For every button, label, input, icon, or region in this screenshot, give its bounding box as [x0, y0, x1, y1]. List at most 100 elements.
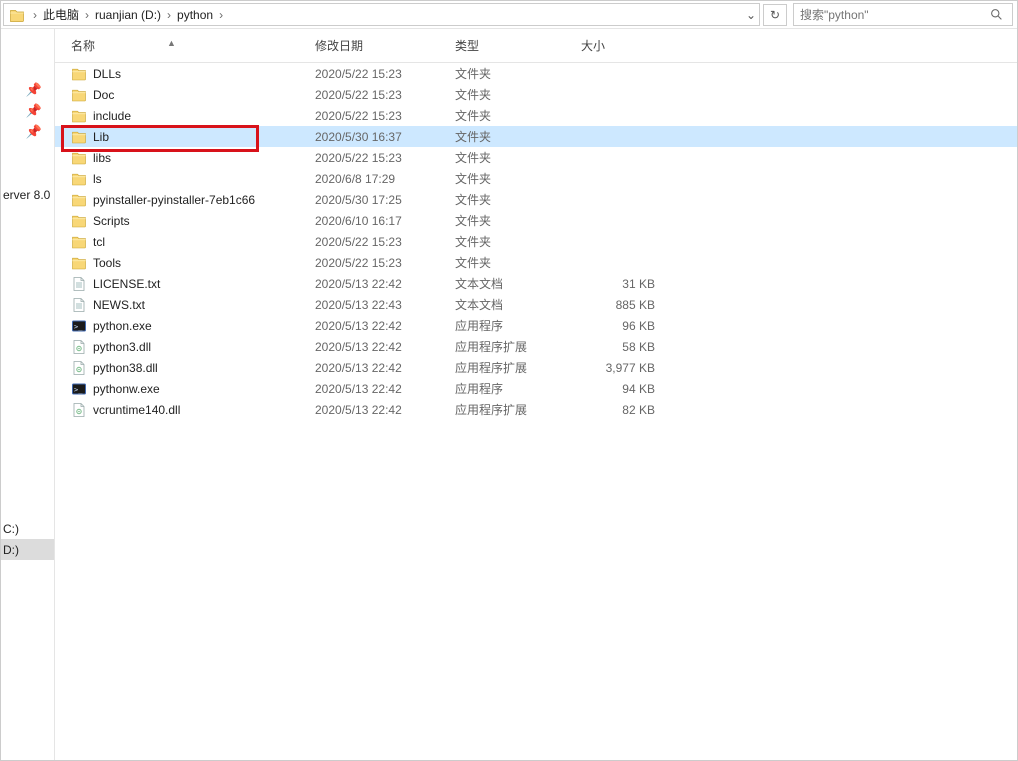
- file-name-cell: pyinstaller-pyinstaller-7eb1c66: [55, 192, 315, 208]
- file-date: 2020/5/13 22:42: [315, 340, 455, 354]
- search-icon[interactable]: [990, 8, 1012, 21]
- svg-text:>_: >_: [74, 323, 83, 331]
- folder-icon: [8, 6, 26, 24]
- pin-icon[interactable]: 📌: [1, 100, 54, 121]
- col-header-size[interactable]: 大小: [581, 37, 671, 54]
- refresh-button[interactable]: ↻: [763, 4, 787, 26]
- file-name-cell: >_pythonw.exe: [55, 381, 315, 397]
- nav-tree[interactable]: 📌 📌 📌 erver 8.0 C:) D:): [1, 29, 55, 760]
- file-name-cell: Tools: [55, 255, 315, 271]
- dll-icon: [71, 402, 87, 418]
- folder-icon: [71, 171, 87, 187]
- file-name: NEWS.txt: [93, 298, 145, 312]
- tree-server[interactable]: erver 8.0: [1, 184, 54, 205]
- folder-icon: [71, 108, 87, 124]
- file-row[interactable]: python38.dll2020/5/13 22:42应用程序扩展3,977 K…: [55, 357, 1017, 378]
- dll-icon: [71, 339, 87, 355]
- tree-drive-c[interactable]: C:): [1, 518, 54, 539]
- file-name: libs: [93, 151, 111, 165]
- file-name-cell: ls: [55, 171, 315, 187]
- file-size: 94 KB: [581, 382, 671, 396]
- address-history-dropdown[interactable]: ⌄: [743, 8, 759, 22]
- file-date: 2020/5/13 22:43: [315, 298, 455, 312]
- file-name: python38.dll: [93, 361, 158, 375]
- file-name: python3.dll: [93, 340, 151, 354]
- file-row[interactable]: >_pythonw.exe2020/5/13 22:42应用程序94 KB: [55, 378, 1017, 399]
- folder-icon: [71, 192, 87, 208]
- file-type: 文件夹: [455, 65, 581, 82]
- file-date: 2020/5/30 17:25: [315, 193, 455, 207]
- file-name-cell: LICENSE.txt: [55, 276, 315, 292]
- file-name-cell: vcruntime140.dll: [55, 402, 315, 418]
- file-row[interactable]: Lib2020/5/30 16:37文件夹: [55, 126, 1017, 147]
- file-row[interactable]: python3.dll 2020/5/13 22:42应用程序扩展58 KB: [55, 336, 1017, 357]
- file-size: 31 KB: [581, 277, 671, 291]
- file-type: 文件夹: [455, 233, 581, 250]
- file-size: 3,977 KB: [581, 361, 671, 375]
- file-type: 应用程序: [455, 380, 581, 397]
- file-row[interactable]: LICENSE.txt2020/5/13 22:42文本文档31 KB: [55, 273, 1017, 294]
- file-type: 应用程序扩展: [455, 338, 581, 355]
- file-type: 文件夹: [455, 170, 581, 187]
- file-name-cell: NEWS.txt: [55, 297, 315, 313]
- file-row[interactable]: Doc2020/5/22 15:23文件夹: [55, 84, 1017, 105]
- file-row[interactable]: DLLs 2020/5/22 15:23文件夹: [55, 63, 1017, 84]
- search-input[interactable]: [794, 8, 990, 22]
- file-row[interactable]: Tools2020/5/22 15:23文件夹: [55, 252, 1017, 273]
- file-name-cell: tcl: [55, 234, 315, 250]
- breadcrumb[interactable]: › 此电脑 › ruanjian (D:) › python › ⌄: [3, 3, 760, 26]
- chevron-right-icon[interactable]: ›: [216, 8, 226, 22]
- file-type: 应用程序扩展: [455, 359, 581, 376]
- explorer-window: › 此电脑 › ruanjian (D:) › python › ⌄ ↻ 📌 📌…: [0, 0, 1018, 761]
- file-row[interactable]: Scripts2020/6/10 16:17文件夹: [55, 210, 1017, 231]
- breadcrumb-drive[interactable]: ruanjian (D:): [92, 8, 164, 22]
- file-date: 2020/6/8 17:29: [315, 172, 455, 186]
- file-name: Lib: [93, 130, 109, 144]
- file-row[interactable]: ls2020/6/8 17:29文件夹: [55, 168, 1017, 189]
- chevron-right-icon[interactable]: ›: [30, 8, 40, 22]
- chevron-right-icon[interactable]: ›: [82, 8, 92, 22]
- file-name: include: [93, 109, 131, 123]
- file-type: 文件夹: [455, 128, 581, 145]
- pin-icon[interactable]: 📌: [1, 79, 54, 100]
- breadcrumb-folder[interactable]: python: [174, 8, 216, 22]
- file-type: 应用程序: [455, 317, 581, 334]
- file-row[interactable]: libs2020/5/22 15:23文件夹: [55, 147, 1017, 168]
- folder-icon: [71, 234, 87, 250]
- chevron-right-icon[interactable]: ›: [164, 8, 174, 22]
- dll-icon: [71, 360, 87, 376]
- txt-icon: [71, 276, 87, 292]
- file-type: 文件夹: [455, 107, 581, 124]
- col-header-type[interactable]: 类型: [455, 37, 581, 54]
- file-row[interactable]: NEWS.txt2020/5/13 22:43文本文档885 KB: [55, 294, 1017, 315]
- file-row[interactable]: include 2020/5/22 15:23文件夹: [55, 105, 1017, 126]
- pin-icon[interactable]: 📌: [1, 121, 54, 142]
- body-row: 📌 📌 📌 erver 8.0 C:) D:) 名称▲ 修改日期 类型 大小 D…: [1, 29, 1017, 760]
- file-size: 58 KB: [581, 340, 671, 354]
- file-date: 2020/5/22 15:23: [315, 88, 455, 102]
- column-header-row: 名称▲ 修改日期 类型 大小: [55, 29, 1017, 63]
- folder-icon: [71, 129, 87, 145]
- file-row[interactable]: pyinstaller-pyinstaller-7eb1c662020/5/30…: [55, 189, 1017, 210]
- search-box[interactable]: [793, 3, 1013, 26]
- col-header-date[interactable]: 修改日期: [315, 37, 455, 54]
- file-row[interactable]: tcl2020/5/22 15:23文件夹: [55, 231, 1017, 252]
- file-date: 2020/5/22 15:23: [315, 109, 455, 123]
- file-name-cell: libs: [55, 150, 315, 166]
- file-name: tcl: [93, 235, 105, 249]
- col-header-name[interactable]: 名称▲: [55, 37, 315, 54]
- file-type: 文件夹: [455, 212, 581, 229]
- file-size: 885 KB: [581, 298, 671, 312]
- file-date: 2020/5/22 15:23: [315, 67, 455, 81]
- file-date: 2020/5/13 22:42: [315, 277, 455, 291]
- file-name-cell: python3.dll: [55, 339, 315, 355]
- file-name: DLLs: [93, 67, 121, 81]
- file-size: 82 KB: [581, 403, 671, 417]
- tree-drive-d[interactable]: D:): [1, 539, 54, 560]
- file-name-cell: Lib: [55, 129, 315, 145]
- file-row[interactable]: vcruntime140.dll2020/5/13 22:42应用程序扩展82 …: [55, 399, 1017, 420]
- file-date: 2020/5/13 22:42: [315, 403, 455, 417]
- breadcrumb-this-pc[interactable]: 此电脑: [40, 6, 82, 23]
- file-row[interactable]: >_python.exe2020/5/13 22:42应用程序96 KB: [55, 315, 1017, 336]
- file-name: LICENSE.txt: [93, 277, 160, 291]
